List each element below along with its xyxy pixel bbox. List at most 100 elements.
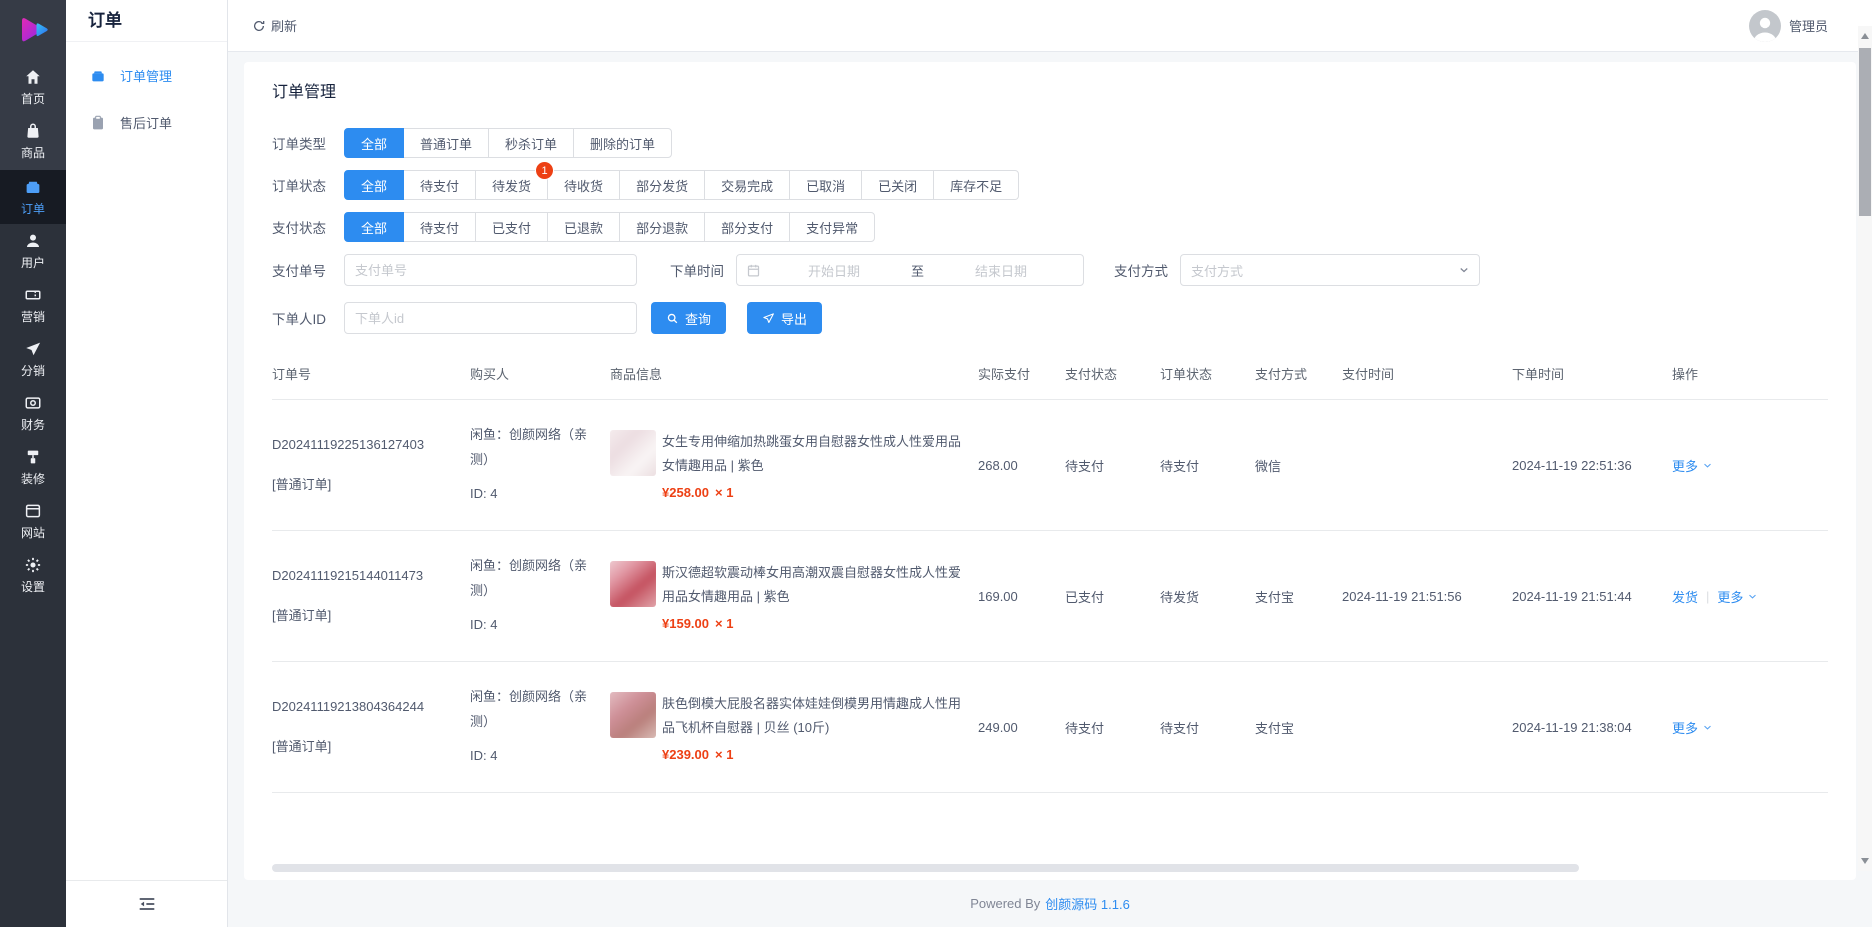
brush-icon <box>24 448 42 466</box>
pay-method-label: 支付方式 <box>1114 260 1168 280</box>
product-price: ¥258.00 <box>662 485 709 500</box>
order-status-option-completed[interactable]: 交易完成 <box>704 170 790 200</box>
order-type-option-normal[interactable]: 普通订单 <box>403 128 489 158</box>
order-type-group: 全部 普通订单 秒杀订单 删除的订单 <box>344 128 672 158</box>
search-button[interactable]: 查询 <box>651 302 726 334</box>
order-no: D20241119213804364244 <box>272 699 456 714</box>
sidebar-item-distribution[interactable]: 分销 <box>0 332 66 386</box>
order-type-option-seckill[interactable]: 秒杀订单 <box>488 128 574 158</box>
pay-status-option-partial-pay[interactable]: 部分支付 <box>704 212 790 242</box>
scroll-up-arrow[interactable] <box>1861 33 1869 39</box>
pay-status-option-unpaid[interactable]: 待支付 <box>403 212 476 242</box>
app-logo[interactable] <box>0 0 66 60</box>
home-icon <box>24 68 42 86</box>
sidebar-item-users[interactable]: 用户 <box>0 224 66 278</box>
more-action-link[interactable]: 更多 <box>1672 456 1713 475</box>
table-row: D20241119215144011473 [普通订单] 闲鱼：创颜网络（亲测）… <box>272 531 1828 662</box>
order-status-option-closed[interactable]: 已关闭 <box>861 170 934 200</box>
sidebar-item-label: 首页 <box>21 90 45 107</box>
ship-action-link[interactable]: 发货 <box>1672 587 1698 606</box>
order-type-option-deleted[interactable]: 删除的订单 <box>573 128 672 158</box>
buyer-id-label: 下单人ID <box>272 308 332 328</box>
order-time-range-picker[interactable]: 开始日期 至 结束日期 <box>736 254 1084 286</box>
pay-status-option-all[interactable]: 全部 <box>344 212 404 242</box>
order-status-cell: 待支付 <box>1160 456 1255 475</box>
sidebar-item-products[interactable]: 商品 <box>0 114 66 168</box>
chevron-down-icon <box>1458 264 1470 276</box>
sidebar-item-settings[interactable]: 设置 <box>0 548 66 602</box>
search-icon <box>666 312 679 325</box>
sidebar-item-label: 网站 <box>21 524 45 541</box>
sidebar-item-label: 设置 <box>21 578 45 595</box>
pay-no-input[interactable] <box>344 254 637 286</box>
pay-status-cell: 待支付 <box>1065 718 1160 737</box>
pay-status-option-refunded[interactable]: 已退款 <box>547 212 620 242</box>
product-price: ¥239.00 <box>662 747 709 762</box>
actions-cell: 发货 | 更多 <box>1672 587 1828 606</box>
horizontal-scrollbar[interactable] <box>272 864 1828 872</box>
submenu-item-order-management[interactable]: 订单管理 <box>66 52 227 99</box>
scroll-down-arrow[interactable] <box>1861 858 1869 864</box>
sidebar-item-orders[interactable]: 订单 <box>0 170 66 224</box>
order-status-option-label: 待发货 <box>492 176 531 195</box>
refresh-tab[interactable]: 刷新 <box>252 16 297 35</box>
end-date-placeholder: 结束日期 <box>928 261 1074 280</box>
order-status-cell: 待发货 <box>1160 587 1255 606</box>
order-status-option-out-of-stock[interactable]: 库存不足 <box>933 170 1019 200</box>
col-header-pay-status: 支付状态 <box>1065 364 1160 383</box>
product-cell: 肤色倒模大屁股名器实体娃娃倒模男用情趣成人性用品飞机杯自慰器 | 贝丝 (10斤… <box>610 692 978 762</box>
bag-icon <box>24 122 42 140</box>
calendar-icon <box>746 263 761 278</box>
sidebar-item-marketing[interactable]: 营销 <box>0 278 66 332</box>
vertical-scrollbar[interactable] <box>1858 26 1872 871</box>
sidebar-item-website[interactable]: 网站 <box>0 494 66 548</box>
more-action-link[interactable]: 更多 <box>1672 718 1713 737</box>
order-time-label: 下单时间 <box>670 260 724 280</box>
submenu-item-label: 订单管理 <box>120 66 172 85</box>
admin-menu[interactable]: 管理员 <box>1749 10 1828 42</box>
start-date-placeholder: 开始日期 <box>761 261 907 280</box>
order-status-option-all[interactable]: 全部 <box>344 170 404 200</box>
buyer-cell: 闲鱼：创颜网络（亲测） ID: 4 <box>470 554 610 638</box>
order-status-option-to-receive[interactable]: 待收货 <box>547 170 620 200</box>
vertical-scrollbar-thumb[interactable] <box>1859 48 1871 216</box>
order-status-option-cancelled[interactable]: 已取消 <box>789 170 862 200</box>
product-qty: × 1 <box>715 616 733 631</box>
source-link[interactable]: 创颜源码 1.1.6 <box>1045 894 1130 913</box>
more-action-link[interactable]: 更多 <box>1717 587 1758 606</box>
money-icon <box>24 394 42 412</box>
pay-status-cell: 已支付 <box>1065 587 1160 606</box>
order-type-option-all[interactable]: 全部 <box>344 128 404 158</box>
pay-status-option-partial-refund[interactable]: 部分退款 <box>619 212 705 242</box>
pay-time-cell: 2024-11-19 21:51:56 <box>1342 589 1512 604</box>
buyer-id: ID: 4 <box>470 613 596 638</box>
sidebar-item-label: 分销 <box>21 362 45 379</box>
order-status-option-partial-ship[interactable]: 部分发货 <box>619 170 705 200</box>
export-button[interactable]: 导出 <box>747 302 822 334</box>
order-no: D20241119215144011473 <box>272 568 456 583</box>
sidebar-item-decoration[interactable]: 装修 <box>0 440 66 494</box>
order-no: D20241119225136127403 <box>272 437 456 452</box>
order-status-option-unpaid[interactable]: 待支付 <box>403 170 476 200</box>
col-header-buyer: 购买人 <box>470 364 610 383</box>
sidebar-item-label: 装修 <box>21 470 45 487</box>
filter-row-order-status: 订单状态 全部 待支付 待发货 1 待收货 部分发货 交易完成 已取消 已关闭 <box>272 170 1828 200</box>
pay-method-select[interactable]: 支付方式 <box>1180 254 1480 286</box>
pay-no-label: 支付单号 <box>272 260 332 280</box>
collapse-sidebar-button[interactable] <box>66 880 227 927</box>
pay-method-cell: 微信 <box>1255 456 1342 475</box>
submenu-item-aftersale-orders[interactable]: 售后订单 <box>66 99 227 146</box>
pay-status-option-abnormal[interactable]: 支付异常 <box>789 212 875 242</box>
wallet-icon <box>24 178 42 196</box>
col-header-amount: 实际支付 <box>978 364 1065 383</box>
horizontal-scrollbar-thumb[interactable] <box>272 864 1579 872</box>
sidebar-item-finance[interactable]: 财务 <box>0 386 66 440</box>
order-status-option-to-ship[interactable]: 待发货 1 <box>475 170 548 200</box>
sidebar-item-home[interactable]: 首页 <box>0 60 66 114</box>
order-time-cell: 2024-11-19 21:38:04 <box>1512 720 1672 735</box>
buyer-id-input[interactable] <box>344 302 637 334</box>
col-header-actions: 操作 <box>1672 364 1828 383</box>
product-title: 肤色倒模大屁股名器实体娃娃倒模男用情趣成人性用品飞机杯自慰器 | 贝丝 (10斤… <box>662 692 964 739</box>
pay-status-option-paid[interactable]: 已支付 <box>475 212 548 242</box>
submenu-list: 订单管理 售后订单 <box>66 42 227 146</box>
